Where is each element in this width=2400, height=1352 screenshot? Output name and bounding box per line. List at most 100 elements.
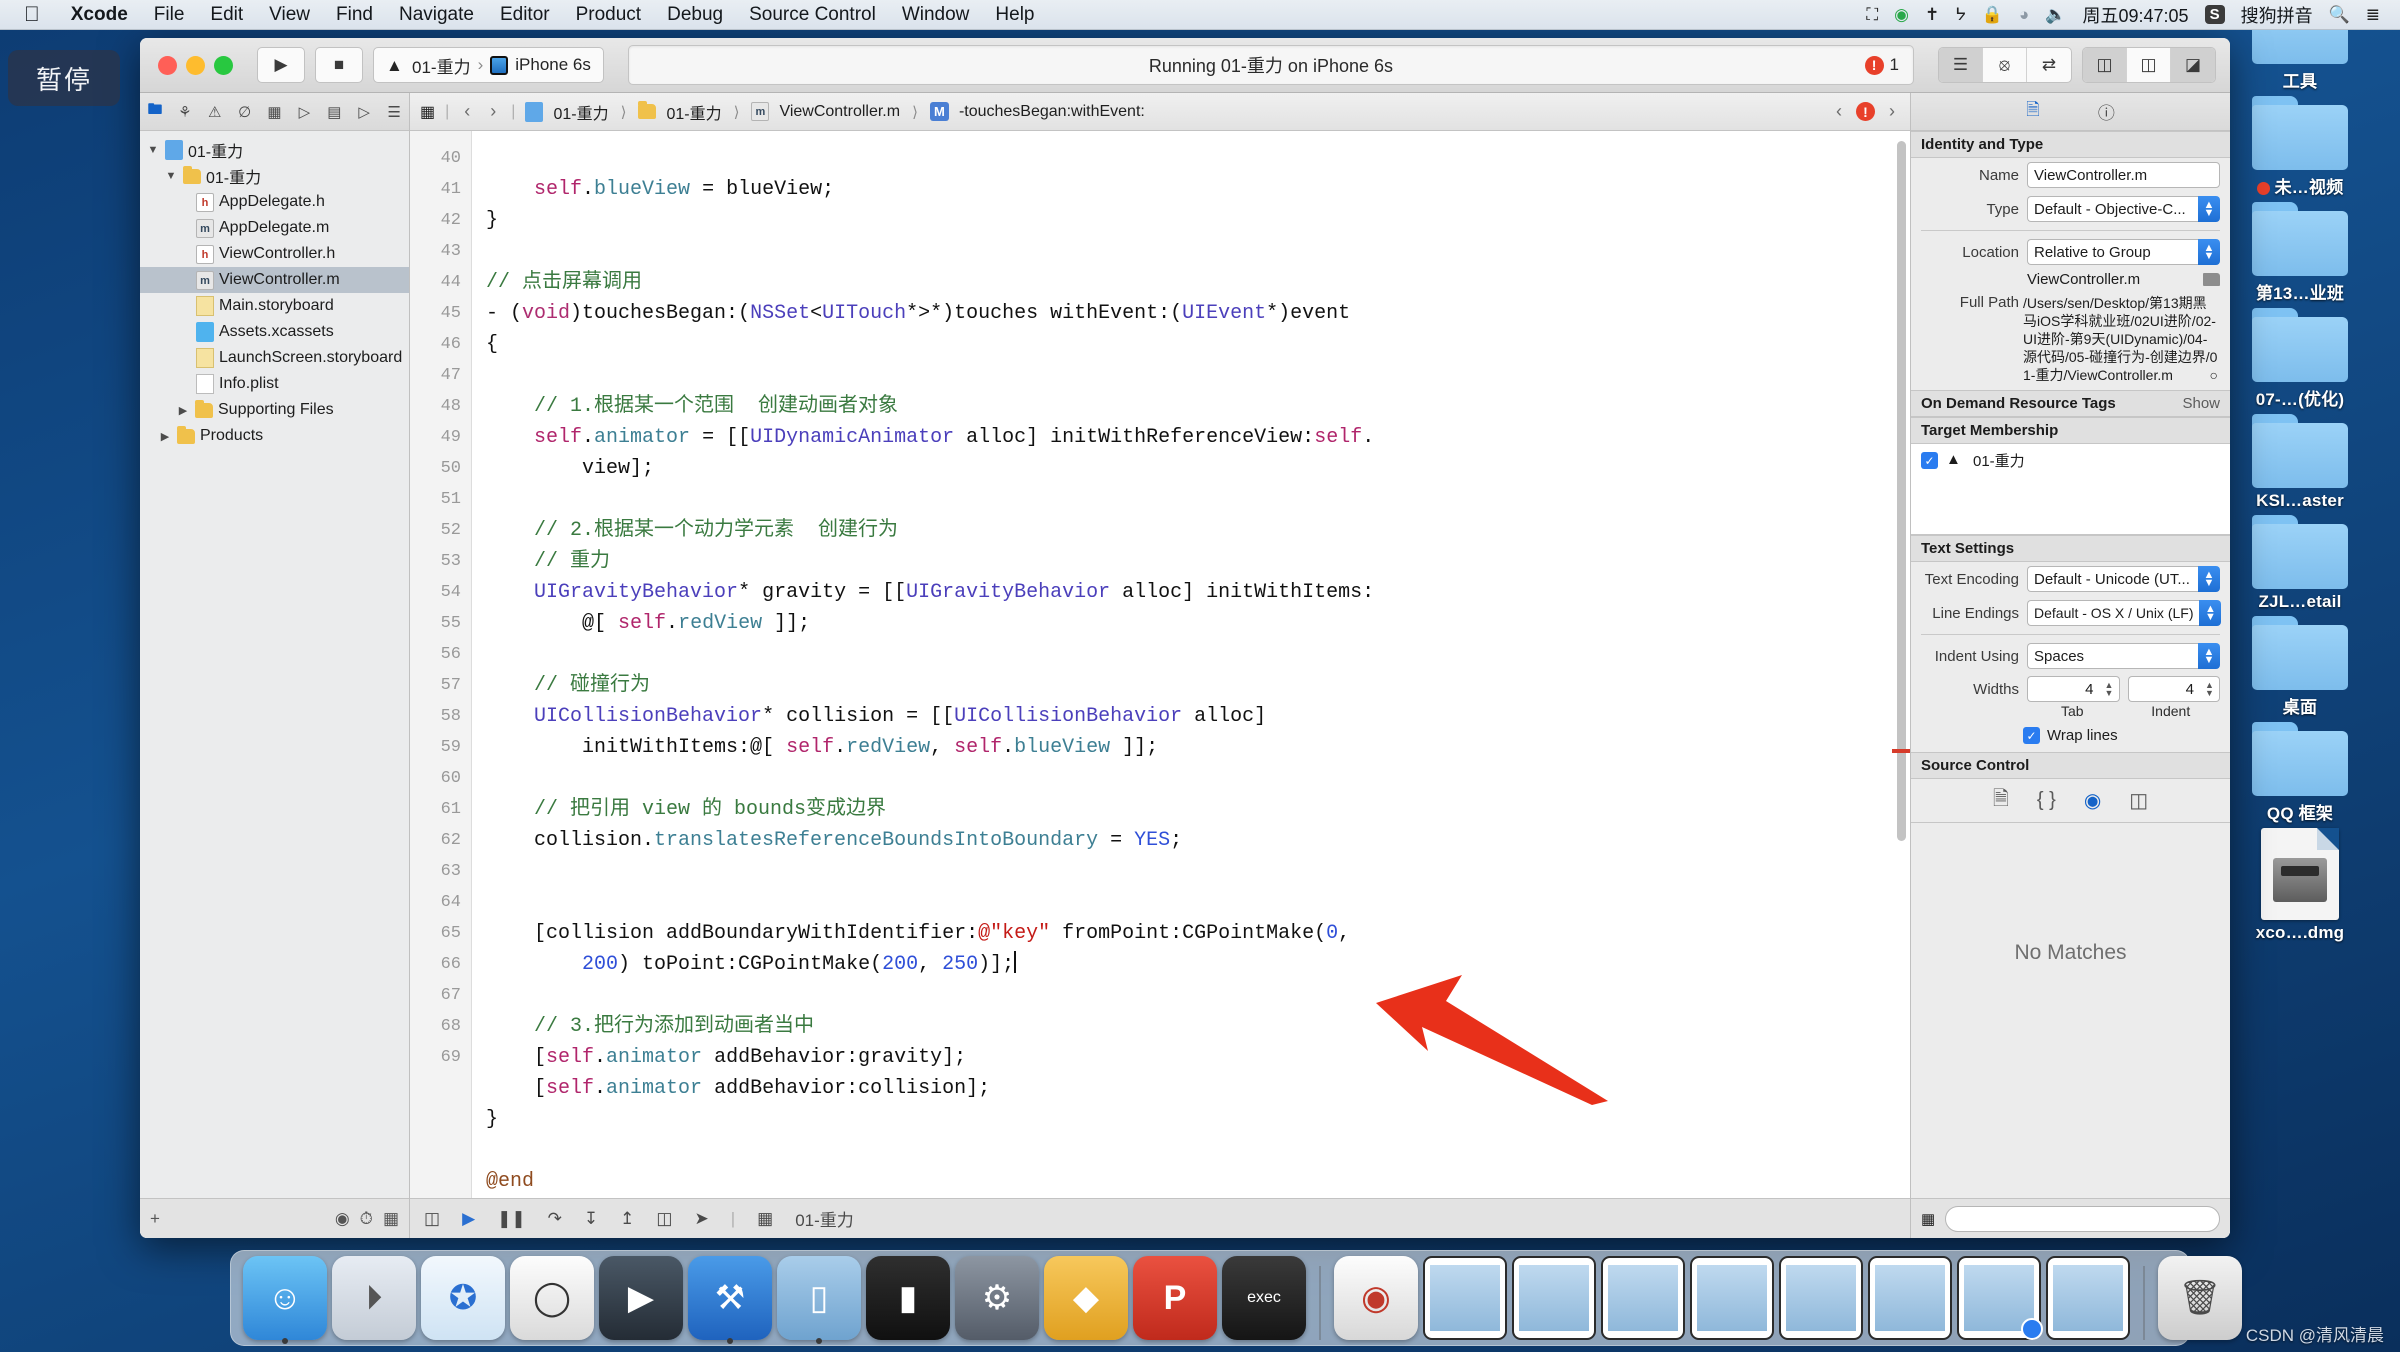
dock-app-prototype[interactable]: P bbox=[1133, 1256, 1217, 1340]
code-line[interactable]: [self.animator addBehavior:gravity]; bbox=[486, 1042, 1910, 1073]
debug-navigator-icon[interactable]: ▤ bbox=[319, 103, 349, 121]
dock-app-executable[interactable]: exec bbox=[1222, 1256, 1306, 1340]
step-out-icon[interactable]: ↥ bbox=[620, 1209, 634, 1229]
dock-minimized-simulator[interactable] bbox=[1957, 1256, 2043, 1340]
code-line[interactable] bbox=[486, 143, 1910, 174]
desktop-item[interactable]: 07-…(优化) bbox=[2213, 308, 2388, 410]
bluetooth-icon[interactable]: ᔭ bbox=[1955, 6, 1966, 23]
location-icon[interactable]: ➤ bbox=[694, 1209, 708, 1229]
code-line[interactable] bbox=[486, 484, 1910, 515]
report-navigator-icon[interactable]: ☰ bbox=[379, 103, 409, 121]
code-line[interactable]: // 重力 bbox=[486, 546, 1910, 577]
airplay-icon[interactable]: ✝ bbox=[1925, 6, 1939, 23]
view-toggle-segments[interactable]: ◫ ◫ ◪ bbox=[2082, 47, 2216, 83]
play-circle-icon[interactable]: ◉ bbox=[1894, 6, 1909, 23]
menu-item-navigate[interactable]: Navigate bbox=[386, 4, 487, 26]
utilities-toggle-icon[interactable]: ◪ bbox=[2171, 48, 2215, 82]
zoom-button[interactable] bbox=[214, 55, 233, 75]
menu-item-view[interactable]: View bbox=[256, 4, 323, 26]
issue-summary[interactable]: ! 1 bbox=[1864, 55, 1899, 75]
code-line[interactable]: @[ self.redView ]]; bbox=[486, 608, 1910, 639]
breadcrumb-method[interactable]: -touchesBegan:withEvent: bbox=[959, 103, 1145, 121]
dock-app-terminal[interactable]: ▮ bbox=[866, 1256, 950, 1340]
code-line[interactable]: @end bbox=[486, 1166, 1910, 1197]
layout-icon[interactable]: ◫ bbox=[2129, 788, 2148, 813]
chevron-updown-icon[interactable]: ▲ ▼ bbox=[2200, 676, 2220, 702]
identity-and-type-header[interactable]: Identity and Type bbox=[1911, 131, 2230, 158]
code-line[interactable]: // 点击屏幕调用 bbox=[486, 267, 1910, 298]
code-line[interactable] bbox=[486, 856, 1910, 887]
code-line[interactable]: collision.translatesReferenceBoundsIntoB… bbox=[486, 825, 1910, 856]
project-navigator-icon[interactable]: 🖿 bbox=[140, 99, 170, 124]
code-line[interactable]: initWithItems:@[ self.redView, self.blue… bbox=[486, 732, 1910, 763]
run-button[interactable]: ▶ bbox=[257, 47, 305, 83]
lock-icon[interactable]: 🔒 bbox=[1982, 6, 2003, 23]
desktop-item[interactable]: KSI…aster bbox=[2213, 414, 2388, 511]
step-into-icon[interactable]: ↧ bbox=[584, 1209, 598, 1229]
tree-row[interactable]: h ViewController.h bbox=[140, 241, 409, 267]
desktop-item[interactable]: ZJL…etail bbox=[2213, 515, 2388, 612]
desktop-item[interactable]: 未…视频 bbox=[2213, 96, 2388, 198]
previous-issue-button[interactable]: ‹ bbox=[1831, 101, 1847, 122]
disclosure-triangle-icon[interactable]: ▶ bbox=[158, 430, 172, 443]
tab-width-value[interactable]: 4 bbox=[2027, 676, 2100, 702]
dock-minimized-simulator[interactable] bbox=[1690, 1256, 1774, 1340]
tree-row-selected[interactable]: m ViewController.m bbox=[140, 267, 409, 293]
code-line[interactable]: // 1.根据某一个范围 创建动画者对象 bbox=[486, 391, 1910, 422]
menu-item-editor[interactable]: Editor bbox=[487, 4, 563, 26]
name-input[interactable]: ViewController.m bbox=[2027, 162, 2220, 188]
code-line[interactable]: // 3.把行为添加到动画者当中 bbox=[486, 1011, 1910, 1042]
close-button[interactable] bbox=[158, 55, 177, 75]
show-hide-icon[interactable]: ◫ bbox=[424, 1209, 440, 1229]
file-icon[interactable]: 🗎 bbox=[1993, 784, 2009, 818]
on-demand-resource-tags-header[interactable]: On Demand Resource Tags Show bbox=[1911, 390, 2230, 417]
code-line[interactable]: view]; bbox=[486, 453, 1910, 484]
menu-item-help[interactable]: Help bbox=[982, 4, 1047, 26]
dock-app-finder[interactable]: ☺ bbox=[243, 1256, 327, 1344]
issue-navigator-icon[interactable]: ▦ bbox=[260, 103, 290, 121]
volume-icon[interactable]: 🔈 bbox=[2045, 6, 2066, 23]
dock-app-launchpad[interactable]: ⏵ bbox=[332, 1256, 416, 1340]
breakpoint-navigator-icon[interactable]: ▷ bbox=[349, 103, 379, 121]
target-icon[interactable]: ◉ bbox=[2084, 788, 2101, 813]
code-line[interactable]: // 碰撞行为 bbox=[486, 670, 1910, 701]
wrap-lines-row[interactable]: ✓ Wrap lines bbox=[1911, 723, 2230, 752]
tree-row[interactable]: m AppDelegate.m bbox=[140, 215, 409, 241]
wifi-icon[interactable]: ◕ bbox=[2019, 6, 2029, 23]
menu-item-window[interactable]: Window bbox=[889, 4, 983, 26]
dock-minimized-simulator[interactable] bbox=[1868, 1256, 1952, 1340]
show-link[interactable]: Show bbox=[2182, 395, 2220, 412]
tree-row[interactable]: Main.storyboard bbox=[140, 293, 409, 319]
breadcrumb-project[interactable]: 01-重力 bbox=[553, 100, 608, 124]
code-line[interactable]: self.blueView = blueView; bbox=[486, 174, 1910, 205]
screen-record-icon[interactable]: ⛶ bbox=[1866, 6, 1878, 23]
chevron-updown-icon[interactable]: ▲ ▼ bbox=[2099, 676, 2120, 702]
breakpoint-icon[interactable]: ▶ bbox=[462, 1209, 475, 1229]
scheme-selector[interactable]: ▲ 01-重力 › iPhone 6s bbox=[373, 47, 604, 83]
dock-app-system-preferences[interactable]: ⚙ bbox=[955, 1256, 1039, 1340]
dock-minimized-simulator[interactable] bbox=[1601, 1256, 1685, 1340]
code-line[interactable] bbox=[486, 1135, 1910, 1166]
quick-help-icon[interactable]: ⓘ bbox=[2098, 99, 2115, 124]
location-popup[interactable]: Relative to Group ▲ ▼ bbox=[2027, 239, 2220, 265]
tree-row[interactable]: h AppDelegate.h bbox=[140, 189, 409, 215]
library-search-input[interactable] bbox=[1945, 1205, 2220, 1232]
source-control-header[interactable]: Source Control bbox=[1911, 752, 2230, 779]
view-debug-icon[interactable]: ◫ bbox=[656, 1209, 672, 1229]
tree-row[interactable]: ▶ Supporting Files bbox=[140, 397, 409, 423]
file-inspector-icon[interactable]: 🗎 bbox=[2026, 97, 2040, 126]
find-navigator-icon[interactable]: ∅ bbox=[230, 103, 260, 121]
disclosure-triangle-icon[interactable]: ▶ bbox=[176, 404, 190, 417]
dock-window-browser[interactable]: ◉ bbox=[1334, 1256, 1418, 1340]
code-line[interactable]: // 把引用 view 的 bounds变成边界 bbox=[486, 794, 1910, 825]
desktop-item[interactable]: xco….dmg bbox=[2213, 828, 2388, 943]
stop-button[interactable]: ■ bbox=[315, 47, 363, 83]
code-line[interactable]: - (void)touchesBegan:(NSSet<UITouch*>*)t… bbox=[486, 298, 1910, 329]
add-button[interactable]: + bbox=[150, 1209, 160, 1229]
minimize-button[interactable] bbox=[186, 55, 205, 75]
indent-using-popup[interactable]: Spaces ▲ ▼ bbox=[2027, 643, 2220, 669]
code-line[interactable]: 200) toPoint:CGPointMake(200, 250)]; bbox=[486, 949, 1910, 980]
code-line[interactable]: UICollisionBehavior* collision = [[UICol… bbox=[486, 701, 1910, 732]
apple-icon[interactable]:  bbox=[0, 3, 58, 27]
dock-minimized-simulator[interactable] bbox=[1512, 1256, 1596, 1340]
